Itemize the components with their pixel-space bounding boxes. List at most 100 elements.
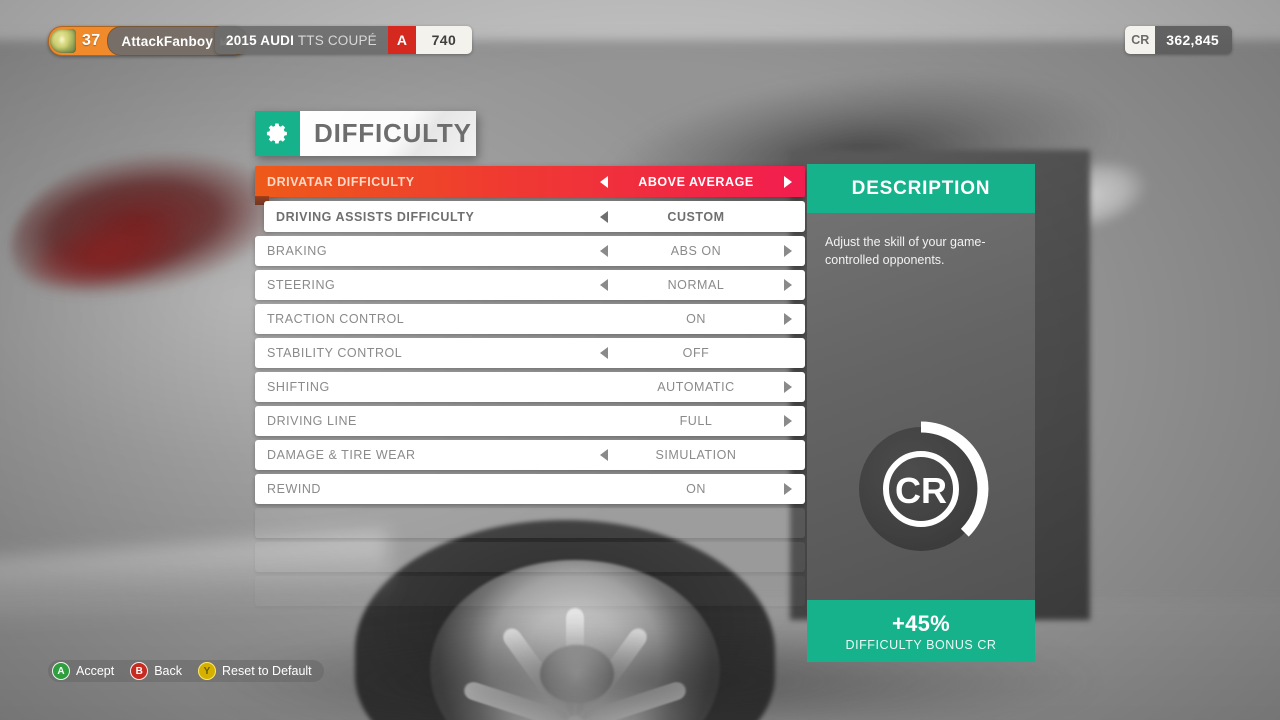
setting-decrement-button[interactable] [587,175,621,188]
setting-row[interactable]: REWIND ON [255,474,805,504]
credits-bonus-graphic: CR [851,419,991,559]
car-performance-index: 740 [415,26,472,54]
car-class-badge: A [387,26,416,54]
car-year: 2015 AUDI [226,32,295,48]
setting-row[interactable]: STABILITY CONTROL OFF [255,338,805,368]
setting-increment-button[interactable] [771,415,805,427]
setting-row[interactable]: DAMAGE & TIRE WEAR SIMULATION [255,440,805,470]
gamepad-button-a-icon: A [52,662,70,680]
chevron-right-icon [784,279,792,291]
setting-value: OFF [682,346,710,360]
chevron-right-icon [784,175,792,188]
setting-decrement-button[interactable] [587,210,621,223]
description-text: Adjust the skill of your game- controlle… [825,235,986,268]
button-prompt-label: Accept [76,664,115,678]
setting-row-placeholder [255,508,805,538]
description-header: DESCRIPTION [807,164,1035,213]
gamepad-button-y-icon: Y [198,662,217,680]
player-name: AttackFanboy [121,33,214,49]
setting-value: ON [686,482,706,496]
setting-row[interactable]: DRIVING ASSISTS DIFFICULTY CUSTOM [264,201,805,232]
chevron-left-icon [600,175,608,188]
page-title-label-box: DIFFICULTY [300,111,476,156]
setting-increment-button[interactable] [771,381,805,393]
chevron-left-icon [600,449,608,461]
gear-icon [266,123,287,144]
credits-amount: 362,845 [1166,32,1219,48]
top-hud-bar: 37 AttackFanboy 2015 AUDI TTS COUPÉ A 74… [0,0,1280,62]
car-name: 2015 AUDI TTS COUPÉ [215,33,388,48]
setting-label: DRIVING LINE [267,414,357,428]
setting-decrement-button[interactable] [587,245,621,257]
setting-label: SHIFTING [267,380,330,394]
setting-label: DAMAGE & TIRE WEAR [267,448,416,462]
setting-label: TRACTION CONTROL [267,312,405,326]
button-prompt-label: Reset to Default [222,664,312,678]
chevron-right-icon [784,245,792,257]
setting-label: DRIVATAR DIFFICULTY [267,174,415,189]
setting-increment-button[interactable] [771,313,805,325]
setting-label: STABILITY CONTROL [267,346,403,360]
setting-value: FULL [679,414,713,428]
difficulty-bonus-footer: +45% DIFFICULTY BONUS CR [807,600,1035,662]
credits-pill: CR 362,845 [1125,26,1232,54]
setting-row[interactable]: DRIVING LINE FULL [255,406,805,436]
chevron-right-icon [784,415,792,427]
setting-increment-button[interactable] [771,175,805,188]
setting-value: ABS ON [670,244,722,258]
settings-list: DRIVATAR DIFFICULTY ABOVE AVERAGE DRIVING … [255,166,805,610]
setting-decrement-button[interactable] [587,449,621,461]
setting-increment-button[interactable] [771,483,805,495]
button-prompt[interactable]: A Accept [52,662,114,680]
setting-increment-button[interactable] [771,245,805,257]
setting-row-placeholder [255,576,805,606]
page-title-icon-box [255,111,300,156]
description-body: Adjust the skill of your game- controlle… [807,213,1035,600]
setting-row[interactable]: SHIFTING AUTOMATIC [255,372,805,402]
credits-currency-label: CR [1125,26,1156,54]
button-prompt[interactable]: B Back [130,662,182,680]
button-prompt-bar: A Accept B Back Y Reset to Default [48,660,324,682]
setting-label: REWIND [267,482,321,496]
setting-label: STEERING [267,278,336,292]
button-prompt[interactable]: Y Reset to Default [198,662,312,680]
setting-value: SIMULATION [655,448,737,462]
setting-value: AUTOMATIC [657,380,735,394]
difficulty-bonus-label: DIFFICULTY BONUS CR [845,637,997,652]
description-title: DESCRIPTION [851,177,991,199]
setting-row[interactable]: DRIVATAR DIFFICULTY ABOVE AVERAGE [255,166,805,205]
chevron-left-icon [600,210,608,223]
page-title-tab: DIFFICULTY [255,111,476,156]
chevron-right-icon [784,381,792,393]
gamepad-button-b-icon: B [130,662,149,680]
credits-bonus-arc: CR [883,421,989,537]
setting-value: ABOVE AVERAGE [638,174,754,189]
setting-value: CUSTOM [667,209,725,224]
cr-icon-label: CR [895,470,947,511]
description-panel: DESCRIPTION Adjust the skill of your gam… [807,164,1035,662]
player-avatar-image [50,29,76,53]
setting-row[interactable]: TRACTION CONTROL ON [255,304,805,334]
game-screen: 37 AttackFanboy 2015 AUDI TTS COUPÉ A 74… [0,0,1280,720]
chevron-right-icon [784,483,792,495]
setting-decrement-button[interactable] [587,347,621,359]
chevron-left-icon [600,279,608,291]
setting-label: BRAKING [267,244,328,258]
chevron-right-icon [784,313,792,325]
button-prompt-label: Back [154,664,183,678]
setting-label: DRIVING ASSISTS DIFFICULTY [276,209,475,224]
chevron-left-icon [600,347,608,359]
setting-row-placeholder [255,542,805,572]
setting-value: NORMAL [667,278,725,292]
setting-decrement-button[interactable] [587,279,621,291]
setting-row[interactable]: BRAKING ABS ON [255,236,805,266]
player-level: 37 [82,32,101,49]
chevron-left-icon [600,245,608,257]
setting-row[interactable]: STEERING NORMAL [255,270,805,300]
difficulty-bonus-percent: +45% [891,610,951,636]
setting-value: ON [686,312,706,326]
page-title: DIFFICULTY [314,118,472,148]
setting-increment-button[interactable] [771,279,805,291]
car-model: TTS COUPÉ [297,32,377,48]
car-info-pill[interactable]: 2015 AUDI TTS COUPÉ A 740 [215,26,472,54]
